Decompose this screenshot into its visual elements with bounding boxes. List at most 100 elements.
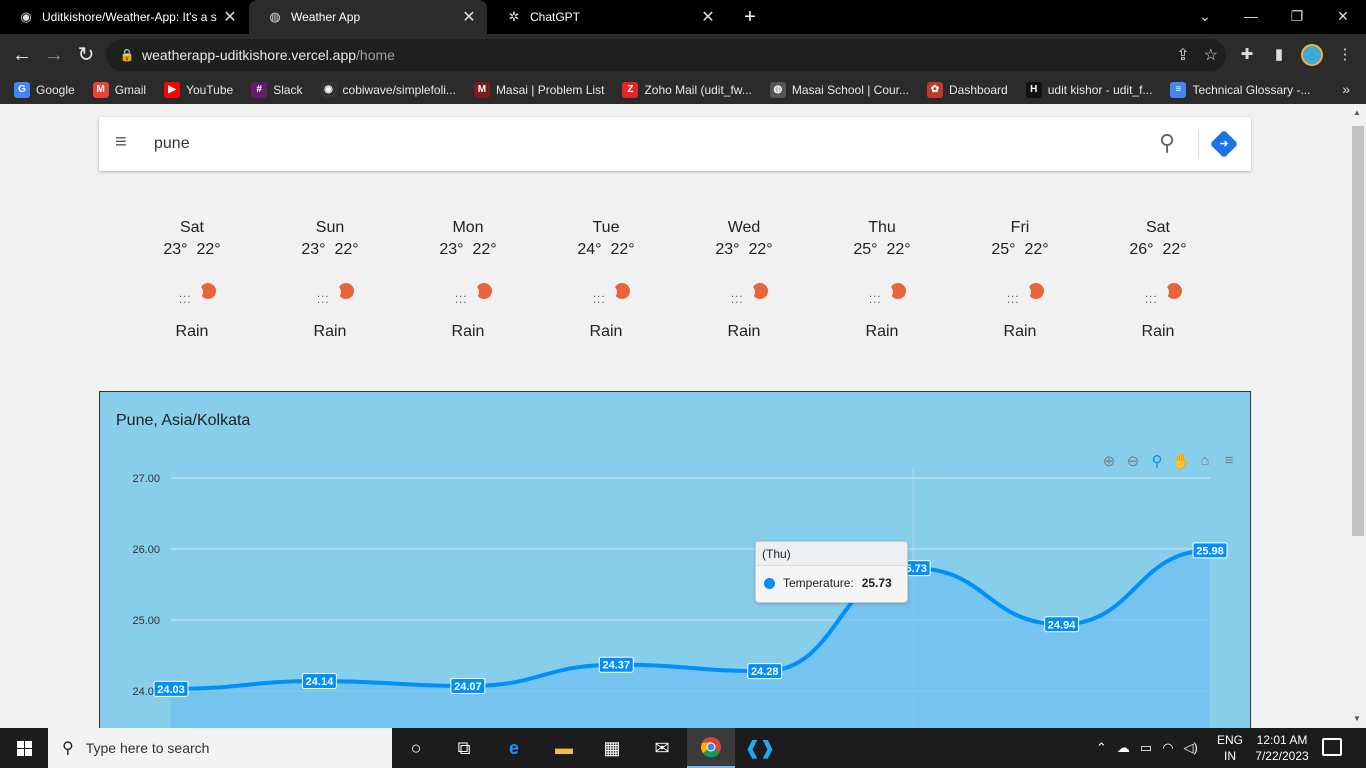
share-icon[interactable]: ⇪: [1176, 45, 1189, 65]
vscode-icon[interactable]: ❰❱: [736, 728, 784, 768]
bookmark-item[interactable]: ◍ Masai School | Cour...: [769, 82, 909, 98]
bookmark-favicon-icon: Z: [622, 82, 639, 98]
bookmark-star-icon[interactable]: ☆: [1204, 45, 1218, 65]
task-view-icon[interactable]: ⧉: [440, 728, 488, 768]
chrome-icon[interactable]: [687, 728, 735, 768]
bookmark-label: Dashboard: [949, 83, 1008, 97]
chrome-menu-icon[interactable]: ⋮: [1334, 44, 1356, 66]
temp-low: 22°: [472, 241, 497, 258]
bookmark-item[interactable]: ≡ Technical Glossary -...: [1170, 82, 1310, 98]
bookmark-favicon-icon: M: [473, 82, 490, 98]
day-name: Sat: [179, 219, 204, 236]
day-temps: 23° 22°: [123, 241, 261, 267]
bookmark-label: Gmail: [114, 83, 147, 97]
show-hidden-icons-icon[interactable]: ⌃: [1096, 740, 1107, 756]
search-bar: ≡ pune ⚲ ➜: [99, 117, 1251, 171]
reload-button[interactable]: ↻: [72, 41, 100, 69]
battery-icon[interactable]: ▭: [1140, 740, 1152, 756]
bookmark-favicon-icon: ✿: [927, 82, 943, 98]
tab-search-icon[interactable]: ⌄: [1182, 0, 1228, 34]
lock-icon[interactable]: 🔒: [112, 48, 142, 62]
directions-icon[interactable]: ➜: [1209, 129, 1239, 159]
microsoft-store-icon[interactable]: ▦: [588, 728, 636, 768]
scrollbar-thumb[interactable]: [1352, 126, 1364, 536]
onedrive-icon[interactable]: ☁: [1117, 740, 1130, 756]
browser-toolbar: ← → ↻ 🔒 weatherapp-uditkishore.vercel.ap…: [0, 34, 1366, 76]
bookmark-item[interactable]: G Google: [14, 82, 75, 98]
forward-button[interactable]: →: [40, 41, 68, 69]
bookmark-item[interactable]: M Masai | Problem List: [473, 82, 604, 98]
new-tab-button[interactable]: +: [738, 4, 762, 30]
temp-high: 24°: [577, 241, 602, 258]
omnibox-actions: ⇪ ☆: [1176, 45, 1218, 65]
system-clock[interactable]: 12:01 AM 7/22/2023: [1250, 732, 1314, 764]
cortana-icon[interactable]: ○: [392, 728, 440, 768]
extensions-icon[interactable]: ✚: [1236, 44, 1258, 66]
rain-icon: ⁚⁚⁚: [537, 267, 675, 319]
bookmarks-overflow-icon[interactable]: »: [1342, 81, 1350, 97]
profile-avatar[interactable]: [1301, 44, 1323, 66]
bookmark-item[interactable]: M Gmail: [92, 82, 147, 98]
volume-icon[interactable]: ◁): [1184, 740, 1198, 756]
forecast-day: Mon 23° 22° ⁚⁚⁚ Rain: [399, 219, 537, 341]
close-window-button[interactable]: ✕: [1320, 0, 1366, 34]
hamburger-menu-icon[interactable]: ≡: [115, 132, 135, 152]
page-scrollbar[interactable]: ▲ ▼: [1350, 104, 1366, 728]
bookmark-item[interactable]: Z Zoho Mail (udit_fw...: [622, 82, 752, 98]
restore-button[interactable]: ❐: [1274, 0, 1320, 34]
start-button[interactable]: [0, 728, 48, 768]
day-condition: Rain: [589, 323, 623, 340]
mail-icon[interactable]: ✉: [638, 728, 686, 768]
rain-icon: ⁚⁚⁚: [123, 267, 261, 319]
chart-plot[interactable]: 27.0026.0025.0024.0024.0324.14 24.0724.37…: [100, 392, 1250, 728]
bookmark-item[interactable]: # Slack: [251, 82, 303, 98]
tab-weather-app[interactable]: ◍ Weather App ✕: [249, 0, 487, 34]
series-marker: [764, 577, 775, 589]
day-temps: 23° 22°: [675, 241, 813, 267]
language-indicator[interactable]: ENG IN: [1217, 732, 1243, 764]
data-label: 24.14: [306, 676, 334, 688]
tab-github[interactable]: ◉ Uditkishore/Weather-App: It's a s ✕: [0, 0, 248, 34]
scroll-up-arrow[interactable]: ▲: [1353, 108, 1361, 117]
tooltip-header: (Thu): [756, 542, 907, 566]
taskbar-search-box[interactable]: ⚲ Type here to search: [48, 728, 392, 768]
wifi-icon[interactable]: ◠: [1162, 740, 1173, 756]
tab-title: Weather App: [291, 10, 361, 24]
day-name: Fri: [1010, 219, 1030, 236]
data-label: 24.03: [157, 684, 185, 696]
notifications-icon[interactable]: [1322, 738, 1342, 756]
close-tab-icon[interactable]: ✕: [461, 7, 477, 27]
address-bar[interactable]: 🔒 weatherapp-uditkishore.vercel.app/home…: [106, 39, 1226, 71]
bookmark-label: udit kishor - udit_f...: [1047, 83, 1153, 97]
bookmark-item[interactable]: ◉ cobiwave/simplefoli...: [320, 82, 456, 98]
close-tab-icon[interactable]: ✕: [700, 7, 716, 27]
back-button[interactable]: ←: [8, 41, 36, 69]
data-label: 24.37: [603, 660, 631, 672]
day-temps: 26° 22°: [1089, 241, 1227, 267]
divider: [1198, 129, 1199, 159]
tab-chatgpt[interactable]: ✲ ChatGPT ✕: [488, 0, 726, 34]
bookmark-item[interactable]: ✿ Dashboard: [927, 82, 1008, 98]
close-tab-icon[interactable]: ✕: [222, 7, 238, 27]
url-text: weatherapp-uditkishore.vercel.app/home: [142, 47, 395, 63]
edge-icon[interactable]: e: [490, 728, 538, 768]
bookmark-label: Google: [36, 83, 75, 97]
search-input[interactable]: pune: [154, 135, 190, 153]
bookmark-item[interactable]: Hudit kishor - udit_f...: [1025, 82, 1153, 98]
day-temps: 24° 22°: [537, 241, 675, 267]
side-panel-icon[interactable]: ▮: [1268, 44, 1290, 66]
bookmark-item[interactable]: ▶ YouTube: [164, 82, 233, 98]
tooltip-series-label: Temperature:: [783, 576, 854, 590]
scroll-down-arrow[interactable]: ▼: [1353, 714, 1361, 723]
system-tray: ⌃ ☁ ▭ ◠ ◁): [1096, 728, 1198, 768]
tab-strip: ◉ Uditkishore/Weather-App: It's a s ✕ ◍ …: [0, 0, 1366, 34]
file-explorer-icon[interactable]: ▬: [540, 728, 588, 768]
day-name: Tue: [592, 219, 620, 236]
day-temps: 23° 22°: [261, 241, 399, 267]
minimize-button[interactable]: —: [1228, 0, 1274, 34]
bookmark-favicon-icon: G: [14, 82, 30, 98]
forecast-day: Wed 23° 22° ⁚⁚⁚ Rain: [675, 219, 813, 341]
rain-icon: ⁚⁚⁚: [261, 267, 399, 319]
rain-icon: ⁚⁚⁚: [399, 267, 537, 319]
search-icon[interactable]: ⚲: [1159, 131, 1183, 155]
